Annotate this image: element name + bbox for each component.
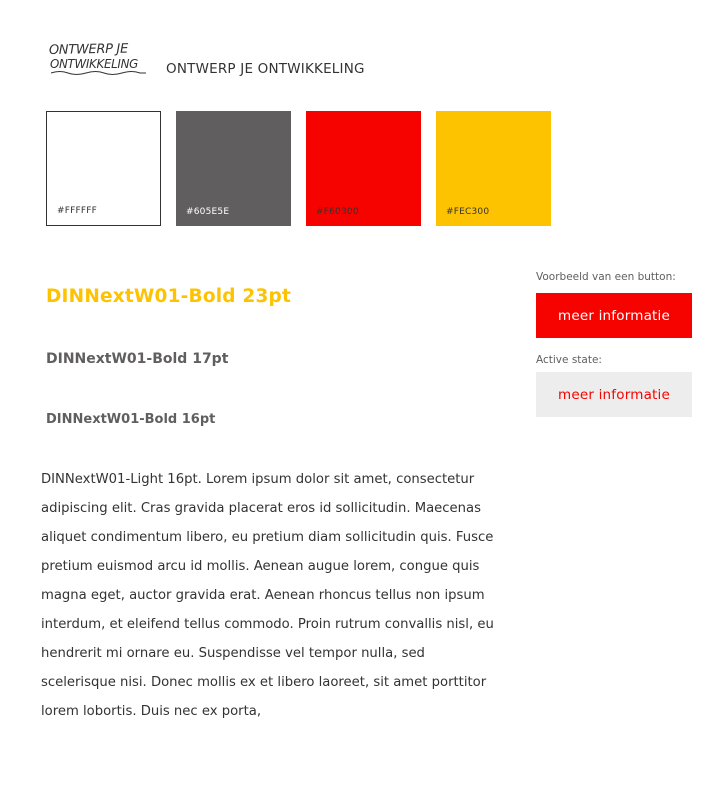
heading-23pt-sample: DINNextW01-Bold 23pt xyxy=(46,286,292,307)
swatch-code: #FFFFFF xyxy=(57,206,98,216)
color-swatch-yellow: #FEC300 xyxy=(436,111,551,226)
color-swatch-red: #F60300 xyxy=(306,111,421,226)
heading-17pt-sample: DINNextW01-Bold 17pt xyxy=(46,351,229,367)
color-swatch-white: #FFFFFF xyxy=(46,111,161,226)
logo: ONTWERP JE ONTWIKKELING xyxy=(48,40,148,78)
swatch-code: #605E5E xyxy=(186,207,230,217)
meer-informatie-button[interactable]: meer informatie xyxy=(536,293,692,338)
logo-line-2: ONTWIKKELING xyxy=(50,57,138,71)
handwritten-logo-icon: ONTWERP JE ONTWIKKELING xyxy=(49,42,146,75)
example-button-label: Voorbeeld van een button: xyxy=(536,271,676,283)
brand-name: ONTWERP JE ONTWIKKELING xyxy=(166,61,365,77)
swatch-code: #FEC300 xyxy=(446,207,490,217)
logo-underline-squiggle xyxy=(50,71,146,75)
active-state-label: Active state: xyxy=(536,354,602,366)
swatch-code: #F60300 xyxy=(316,207,359,217)
body-text-sample: DINNextW01-Light 16pt. Lorem ipsum dolor… xyxy=(41,472,494,719)
color-swatch-gray: #605E5E xyxy=(176,111,291,226)
logo-line-1: ONTWERP JE xyxy=(49,42,129,58)
heading-16pt-sample: DINNextW01-Bold 16pt xyxy=(46,412,216,427)
meer-informatie-button-active[interactable]: meer informatie xyxy=(536,372,692,417)
